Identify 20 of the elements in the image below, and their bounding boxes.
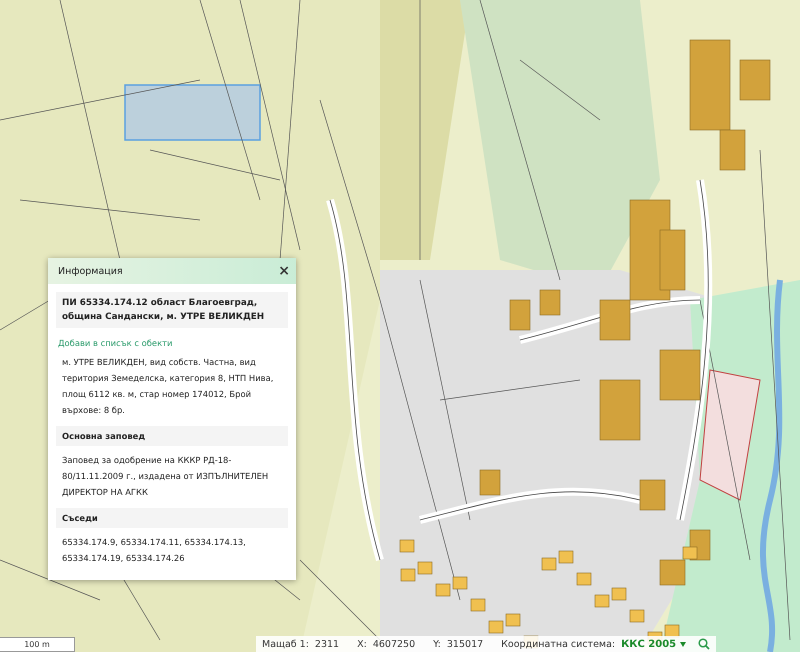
section-text: 65334.174.9, 65334.174.11, 65334.174.13, 65334.174.19, 65334.174.26 — [61, 536, 247, 565]
caret-icon — [680, 642, 686, 646]
x-label: X: — [357, 638, 367, 650]
close-button[interactable]: × — [278, 263, 290, 279]
parcel-heading: ПИ 65334.174.12 област Благоевград, община Сандански, м. УТРЕ ВЕЛИКДЕН — [56, 292, 288, 328]
scale-bar: 100 m — [0, 637, 75, 652]
y-coordinate: 315017 — [446, 638, 484, 650]
scale-value: 2311 — [314, 638, 340, 650]
add-to-list-link[interactable]: Добави в списък с обекти — [56, 328, 288, 354]
search-icon[interactable] — [698, 638, 710, 650]
y-label: Y: — [433, 638, 441, 650]
section-title: Основна заповед — [56, 426, 288, 446]
scale-label: Мащаб 1: — [262, 638, 309, 650]
parcel-description: м. УТРЕ ВЕЛИКДЕН, вид собств. Частна, вид територия Земеделска, категория 8, НТП Нива, площ 6112 кв. м, стар номер 174012, Брой върхове: 8 бр. — [61, 356, 274, 417]
coordinate-system-dropdown[interactable]: ККС 2005 — [621, 638, 686, 650]
section-title: Съседи — [56, 508, 288, 528]
x-coordinate: 4607250 — [372, 638, 416, 650]
section-text: Заповед за одобрение на КККР РД-18-80/11.11.2009 г., издадена от ИЗПЪЛНИТЕЛЕН ДИРЕКТОР НА АГКК — [61, 454, 270, 499]
popup-title: Информация — [58, 266, 123, 276]
coordinate-system-label: Координатна система: — [501, 638, 616, 650]
